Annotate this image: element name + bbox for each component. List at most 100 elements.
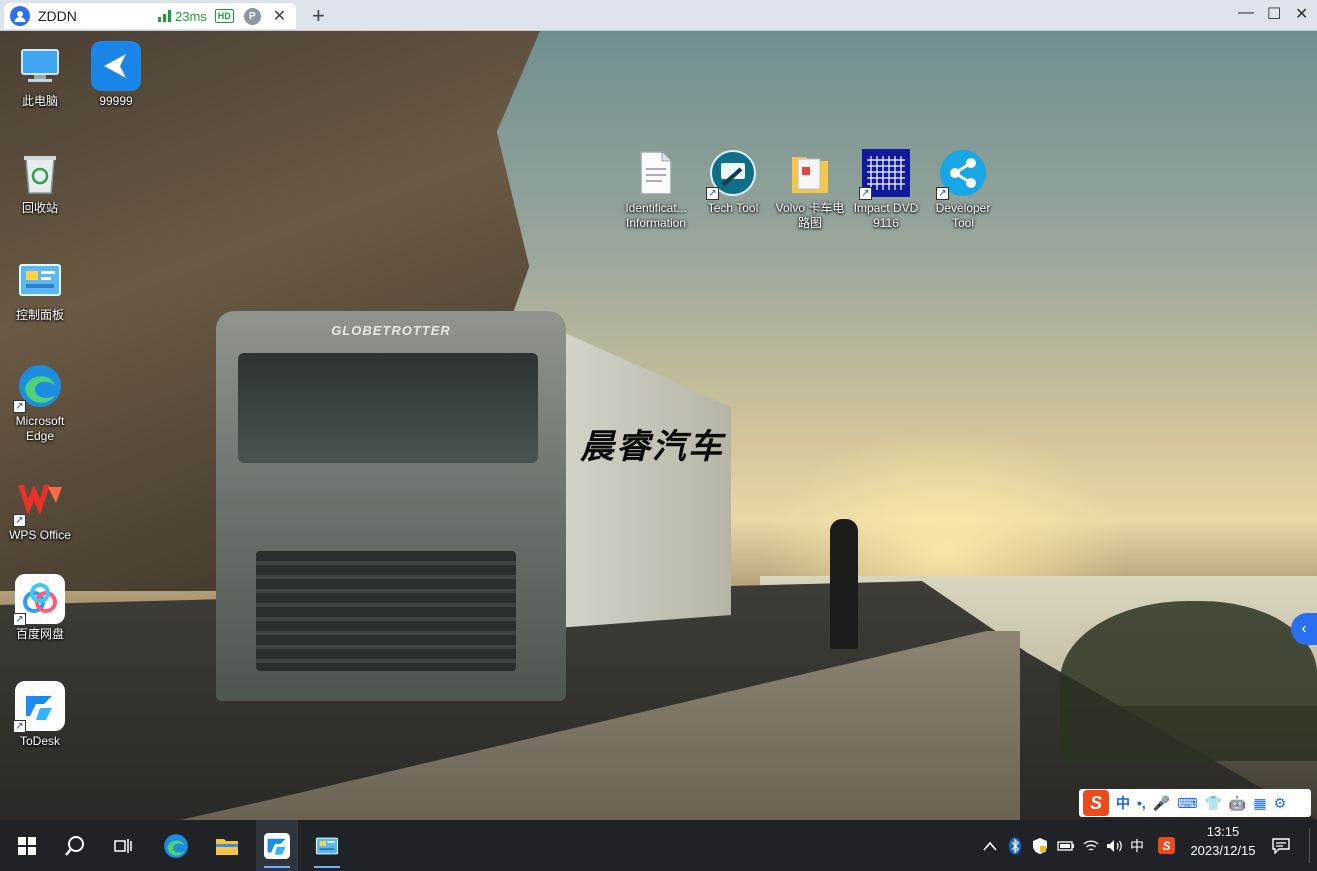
ime-assistant-icon[interactable]: 🤖 <box>1229 795 1246 812</box>
ime-settings-icon[interactable]: ⚙ <box>1274 795 1287 812</box>
ime-microphone-icon[interactable]: 🎤 <box>1153 795 1170 812</box>
shortcut-arrow-icon: ↗ <box>13 514 26 527</box>
wallpaper-person <box>830 519 858 649</box>
search-button[interactable] <box>54 820 96 871</box>
file-explorer-icon <box>216 838 238 855</box>
ime-keyboard-icon[interactable]: ⌨ <box>1177 795 1197 812</box>
taskbar-control-panel-button[interactable] <box>306 820 348 871</box>
notification-icon <box>1272 837 1290 854</box>
search-icon <box>65 835 84 856</box>
bluetooth-tray-button[interactable] <box>1008 820 1022 871</box>
session-tab[interactable]: ZDDN 23ms HD P ✕ <box>4 3 296 29</box>
todesk-icon: ↗ <box>13 681 65 733</box>
clock-time: 13:15 <box>1206 824 1240 839</box>
desktop-icon-volvo-wiring-folder[interactable]: Volvo 卡车电路图 <box>771 148 849 231</box>
desktop-icon-99999[interactable]: 99999 <box>77 41 155 109</box>
show-hidden-icons-button[interactable] <box>983 820 997 871</box>
security-tray-button[interactable] <box>1032 820 1048 871</box>
volume-tray-button[interactable] <box>1106 820 1124 871</box>
app-99999-icon <box>91 41 141 91</box>
ime-skin-icon[interactable]: 👕 <box>1204 795 1221 812</box>
baidu-netdisk-icon: ↗ <box>13 574 65 626</box>
wallpaper-bushes <box>1060 601 1317 761</box>
shortcut-arrow-icon: ↗ <box>13 613 26 626</box>
volume-icon <box>1107 839 1122 852</box>
start-button[interactable] <box>6 820 48 871</box>
folder-icon <box>785 148 835 198</box>
sogou-tray-button[interactable]: S <box>1158 820 1175 871</box>
ime-punctuation-button[interactable]: •, <box>1137 795 1146 811</box>
user-avatar-icon <box>10 6 30 26</box>
ime-toolbox-icon[interactable]: ▦ <box>1253 795 1266 812</box>
show-desktop-button[interactable] <box>1309 828 1310 863</box>
bluetooth-icon <box>1009 837 1021 854</box>
chevron-up-icon <box>983 841 997 851</box>
taskbar-edge-button[interactable] <box>155 820 197 871</box>
desktop-icon-impact-dvd[interactable]: ↗ Impact DVD 9116 <box>847 148 925 231</box>
task-view-icon <box>114 838 132 853</box>
session-tab-title: ZDDN <box>38 8 77 24</box>
desktop-icon-recycle-bin[interactable]: 回收站 <box>1 148 79 216</box>
windows-logo-icon <box>18 836 36 855</box>
wallpaper-truck: GLOBETROTTER <box>216 281 736 721</box>
desktop-icon-developer-tool[interactable]: ↗ Developer Tool <box>924 148 1002 231</box>
desktop-icon-baidu-netdisk[interactable]: ↗ 百度网盘 <box>1 574 79 642</box>
taskbar-todesk-button[interactable] <box>256 820 298 871</box>
watermark-text: 晨睿汽车 <box>580 427 724 467</box>
shortcut-arrow-icon: ↗ <box>706 187 719 200</box>
desktop-icon-wps-office[interactable]: ↗ WPS Office <box>1 475 79 543</box>
signal-bars-icon <box>158 10 171 22</box>
clock-date: 2023/12/15 <box>1190 843 1256 858</box>
shortcut-arrow-icon: ↗ <box>859 187 872 200</box>
desktop-icon-edge[interactable]: ↗ Microsoft Edge <box>1 361 79 444</box>
task-view-button[interactable] <box>102 820 144 871</box>
control-panel-icon <box>315 837 339 854</box>
desktop-icon-this-pc[interactable]: 此电脑 <box>1 41 79 109</box>
ime-toolbar: S 中 •, 🎤 ⌨ 👕 🤖 ▦ ⚙ <box>1079 789 1311 817</box>
battery-icon <box>1057 840 1074 851</box>
shortcut-arrow-icon: ↗ <box>936 187 949 200</box>
battery-tray-button[interactable] <box>1057 820 1075 871</box>
sogou-tray-icon: S <box>1158 837 1175 854</box>
recycle-bin-icon <box>15 148 65 198</box>
desktop-icon-control-panel[interactable]: 控制面板 <box>1 255 79 323</box>
impact-dvd-icon: ↗ <box>859 148 911 200</box>
todesk-icon <box>264 832 290 859</box>
remote-desktop[interactable]: GLOBETROTTER 晨睿汽车 此电脑 99999 回收站 控制面板 ↗ M… <box>0 31 1317 820</box>
ime-chinese-mode-button[interactable]: 中 <box>1116 793 1130 813</box>
document-icon <box>631 148 681 198</box>
wps-icon: ↗ <box>13 475 65 527</box>
notification-center-button[interactable] <box>1272 820 1290 871</box>
latency-value: 23ms <box>175 8 207 24</box>
desktop-icon-todesk[interactable]: ↗ ToDesk <box>1 681 79 749</box>
input-language-label: 中 <box>1130 837 1144 854</box>
close-tab-button[interactable]: ✕ <box>273 6 286 26</box>
shield-icon <box>1033 837 1047 854</box>
truck-brand-text: GLOBETROTTER <box>331 323 451 338</box>
clock[interactable]: 13:15 2023/12/15 <box>1180 822 1266 860</box>
hd-quality-badge[interactable]: HD <box>214 9 234 23</box>
computer-icon <box>15 41 65 91</box>
edge-icon <box>164 833 188 858</box>
network-tray-button[interactable] <box>1083 820 1099 871</box>
remote-client-titlebar: ZDDN 23ms HD P ✕ + — ☐ ✕ <box>0 0 1317 31</box>
close-window-button[interactable]: ✕ <box>1295 4 1308 24</box>
input-language-button[interactable]: 中 <box>1130 820 1144 871</box>
control-panel-icon <box>15 255 65 305</box>
developer-tool-icon: ↗ <box>936 148 988 200</box>
latency-indicator: 23ms <box>158 9 207 24</box>
taskbar: 中 S 13:15 2023/12/15 <box>0 820 1317 871</box>
desktop-icon-identification-information[interactable]: Identificat... Information <box>617 148 695 231</box>
maximize-button[interactable]: ☐ <box>1267 4 1281 24</box>
p-badge-icon[interactable]: P <box>243 7 261 25</box>
wifi-icon <box>1083 839 1099 851</box>
edge-icon: ↗ <box>13 361 65 413</box>
sogou-logo-icon[interactable]: S <box>1083 790 1109 816</box>
minimize-button[interactable]: — <box>1238 4 1254 22</box>
side-panel-toggle[interactable]: ‹ <box>1291 613 1317 645</box>
tech-tool-icon: ↗ <box>706 148 758 200</box>
taskbar-file-explorer-button[interactable] <box>206 820 248 871</box>
shortcut-arrow-icon: ↗ <box>13 720 26 733</box>
desktop-icon-tech-tool[interactable]: ↗ Tech Tool <box>694 148 772 216</box>
new-tab-button[interactable]: + <box>312 3 325 29</box>
